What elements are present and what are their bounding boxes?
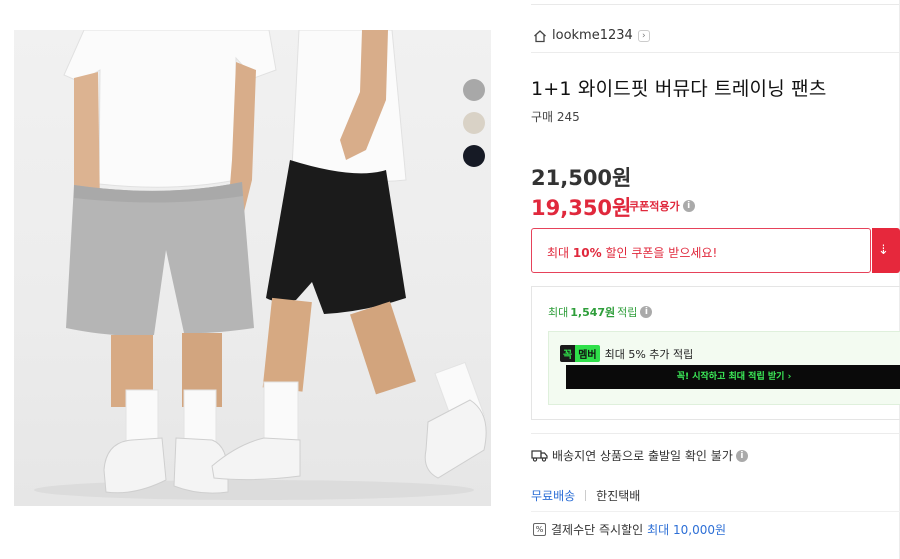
store-name: lookme1234 xyxy=(552,28,633,43)
color-swatches xyxy=(463,79,485,178)
membership-box: 꼭 멤버 최대 5% 추가 적립 꼭! 시작하고 최대 적립 받기 › xyxy=(548,331,900,405)
product-illustration xyxy=(34,30,487,500)
home-icon xyxy=(534,29,546,42)
badge-right: 멤버 xyxy=(575,345,600,362)
info-icon[interactable]: i xyxy=(682,200,695,212)
coupon-price-label: 쿠폰적용가 i xyxy=(629,198,695,214)
divider xyxy=(531,511,900,512)
download-icon[interactable]: ⇣ xyxy=(872,228,900,273)
coupon-prefix: 최대 xyxy=(547,246,573,260)
info-icon[interactable]: i xyxy=(640,306,653,318)
product-photo xyxy=(14,30,491,506)
product-title: 1+1 와이드핏 버뮤다 트레이닝 팬츠 xyxy=(531,78,827,100)
points-amount: 1,547원 xyxy=(570,306,616,319)
color-swatch-gray[interactable] xyxy=(463,79,485,101)
payment-discount[interactable]: % 결제수단 즉시할인 최대 10,000원 xyxy=(533,521,726,538)
product-info-panel: lookme1234 › 1+1 와이드핏 버뮤다 트레이닝 팬츠 구매 245… xyxy=(531,0,900,559)
coupon-applicable-text: 쿠폰적용가 xyxy=(629,200,680,213)
sale-price: 19,350원 xyxy=(531,196,632,220)
chevron-right-icon: › xyxy=(637,29,650,42)
coupon-download-button[interactable]: 최대 10% 할인 쿠폰을 받으세요! xyxy=(531,228,871,273)
free-shipping-label: 무료배송 xyxy=(531,489,576,503)
top-divider xyxy=(531,4,900,5)
truck-icon xyxy=(531,450,548,462)
membership-badge: 꼭 멤버 xyxy=(560,345,600,362)
color-swatch-beige[interactable] xyxy=(463,112,485,134)
original-price: 21,500원 xyxy=(531,166,632,190)
delivery-notice: 배송지연 상품으로 출발일 확인 불가 i xyxy=(531,447,748,464)
points-prefix: 최대 xyxy=(548,306,569,319)
points-suffix: 적립 xyxy=(617,306,638,319)
coupon-suffix: 할인 쿠폰을 받으세요! xyxy=(601,246,718,260)
points-info: 최대 1,547원 적립 i xyxy=(548,304,653,320)
color-swatch-navy[interactable] xyxy=(463,145,485,167)
shipping-row: 무료배송 한진택배 xyxy=(531,487,640,504)
divider xyxy=(531,52,900,53)
membership-text: 최대 5% 추가 적립 xyxy=(604,347,694,361)
store-link[interactable]: lookme1234 › xyxy=(533,28,650,43)
badge-left: 꼭 xyxy=(560,345,576,362)
courier-name: 한진택배 xyxy=(596,489,641,503)
percent-icon: % xyxy=(533,523,546,536)
separator xyxy=(585,490,587,501)
delivery-notice-text: 배송지연 상품으로 출발일 확인 불가 xyxy=(552,449,733,463)
divider xyxy=(531,433,900,434)
purchase-count: 구매 245 xyxy=(531,110,580,124)
payment-discount-max: 최대 10,000원 xyxy=(647,523,727,537)
coupon-percent: 10% xyxy=(572,246,602,260)
payment-discount-label: 결제수단 즉시할인 xyxy=(551,523,644,537)
info-icon[interactable]: i xyxy=(735,449,748,462)
membership-header: 꼭 멤버 최대 5% 추가 적립 xyxy=(560,345,693,362)
membership-start-button[interactable]: 꼭! 시작하고 최대 적립 받기 › xyxy=(566,365,900,389)
points-section: 최대 1,547원 적립 i 꼭 멤버 최대 5% 추가 적립 꼭! 시작하고 최… xyxy=(531,286,900,420)
